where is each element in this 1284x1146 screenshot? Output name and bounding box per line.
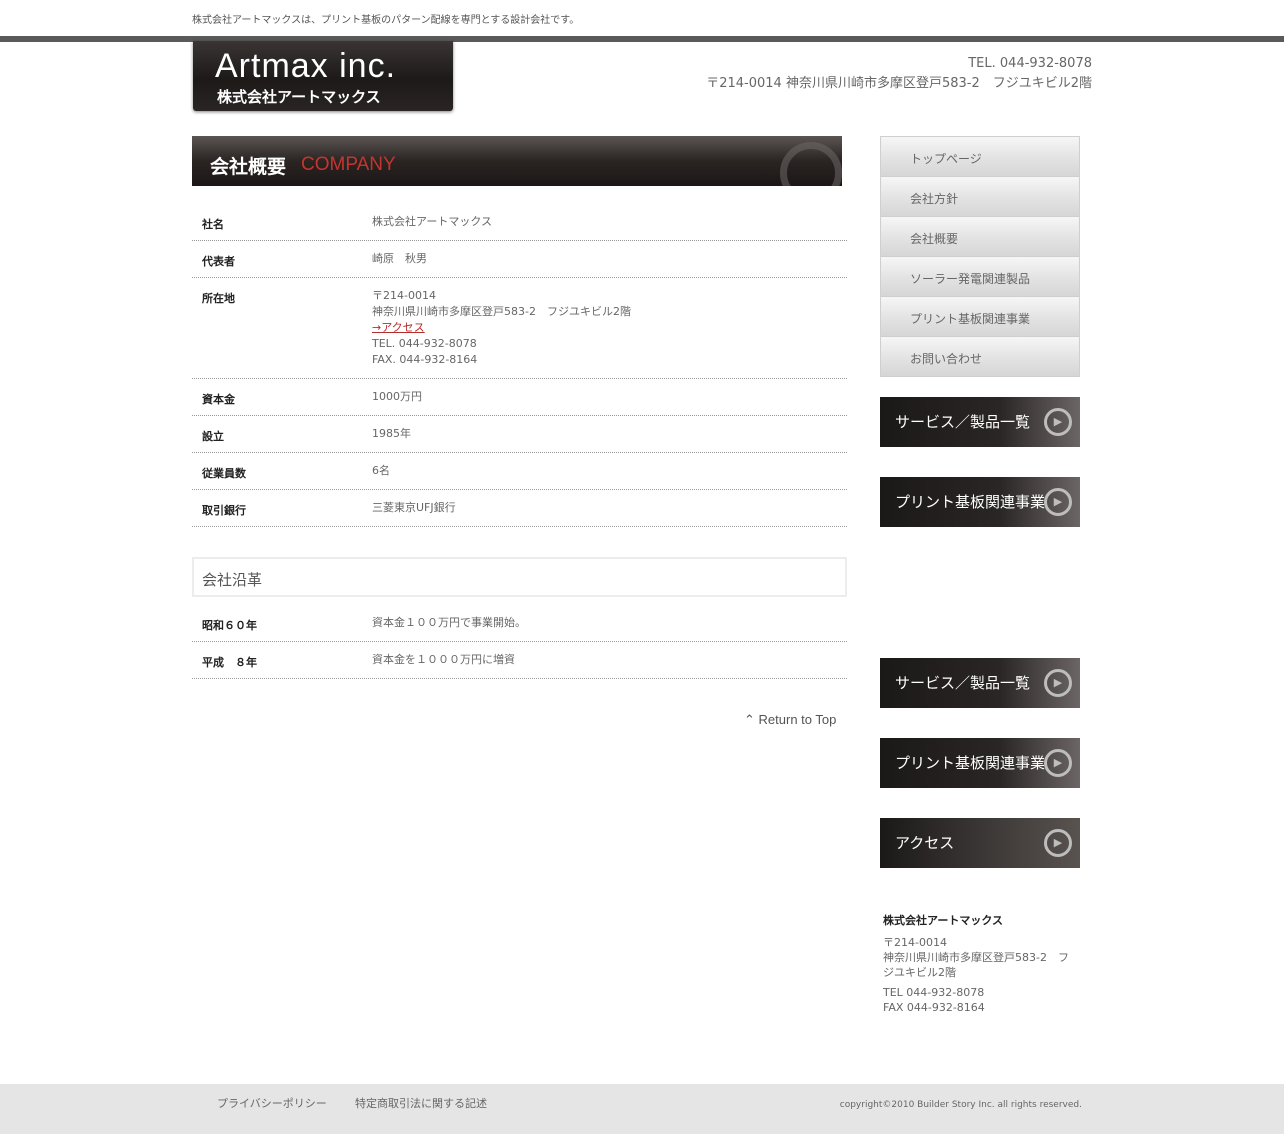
site-tagline: 株式会社アートマックスは、プリント基板のパターン配線を専門とする設計会社です。 — [192, 15, 580, 26]
banner-label: サービス／製品一覧 — [895, 413, 1031, 431]
side-fax: FAX 044-932-8164 — [883, 1001, 985, 1014]
row-label: 取引銀行 — [202, 504, 246, 517]
table-row: 平成 ８年 資本金を１０００万円に増資 — [192, 642, 847, 679]
page-heading-en: COMPANY — [301, 154, 396, 175]
footer: プライバシーポリシー 特定商取引法に関する記述 copyright©2010 B… — [0, 1084, 1284, 1134]
row-label: 社名 — [202, 218, 224, 231]
table-row: 設立 1985年 — [192, 416, 847, 453]
banner-label: アクセス — [895, 834, 955, 852]
fax-line: FAX. 044-932-8164 — [372, 353, 478, 366]
banner-pcb[interactable]: プリント基板関連事業 ▶ — [880, 477, 1080, 527]
page-heading: 会社概要 COMPANY — [192, 136, 842, 186]
history-heading-text: 会社沿革 — [202, 571, 263, 589]
row-value: 株式会社アートマックス — [372, 215, 493, 228]
table-row: 所在地 〒214-0014 神奈川県川崎市多摩区登戸583-2 フジユキビル2階… — [192, 278, 847, 379]
header-address: 〒214-0014 神奈川県川崎市多摩区登戸583-2 フジユキビル2階 — [706, 76, 1092, 91]
row-value: 1985年 — [372, 427, 411, 440]
page-heading-ja: 会社概要 — [210, 156, 287, 178]
nav-label: トップページ — [910, 152, 982, 166]
row-label: 設立 — [202, 430, 224, 443]
row-value: 資本金を１０００万円に増資 — [372, 653, 515, 666]
side-address: 神奈川県川崎市多摩区登戸583-2 フジユキビル2階 — [883, 951, 1069, 979]
table-row: 代表者 崎原 秋男 — [192, 241, 847, 278]
nav-label: 会社方針 — [910, 192, 959, 206]
play-icon: ▶ — [1044, 749, 1072, 777]
banner-label: プリント基板関連事業 — [895, 754, 1046, 772]
nav-item-top[interactable]: トップページ — [880, 136, 1080, 176]
side-tel: TEL 044-932-8078 — [883, 986, 985, 999]
footer-link-tokutei[interactable]: 特定商取引法に関する記述 — [355, 1095, 487, 1111]
banner-access[interactable]: アクセス ▶ — [880, 818, 1080, 868]
history-table: 昭和６０年 資本金１００万円で事業開始。 平成 ８年 資本金を１０００万円に増資 — [192, 605, 847, 679]
play-icon: ▶ — [1044, 829, 1072, 857]
logo-text-ja: 株式会社アートマックス — [217, 88, 381, 106]
side-nav: トップページ 会社方針 会社概要 ソーラー発電関連製品 プリント基板関連事業 お… — [880, 136, 1080, 377]
banner-services[interactable]: サービス／製品一覧 ▶ — [880, 397, 1080, 447]
header-tel: TEL. 044-932-8078 — [968, 56, 1092, 71]
banner-label: プリント基板関連事業 — [895, 493, 1046, 511]
site-logo[interactable]: Artmax inc. 株式会社アートマックス — [193, 41, 453, 111]
nav-item-contact[interactable]: お問い合わせ — [880, 336, 1080, 377]
side-postal: 〒214-0014 — [883, 936, 947, 949]
ring-decoration-icon — [780, 142, 842, 186]
table-row: 昭和６０年 資本金１００万円で事業開始。 — [192, 605, 847, 642]
table-row: 資本金 1000万円 — [192, 379, 847, 416]
nav-label: プリント基板関連事業 — [910, 312, 1031, 326]
nav-item-pcb[interactable]: プリント基板関連事業 — [880, 296, 1080, 336]
play-icon: ▶ — [1044, 488, 1072, 516]
row-label: 昭和６０年 — [202, 619, 257, 632]
play-icon: ▶ — [1044, 669, 1072, 697]
row-label: 資本金 — [202, 393, 235, 406]
nav-label: お問い合わせ — [910, 352, 983, 366]
row-value-address: 〒214-0014 神奈川県川崎市多摩区登戸583-2 フジユキビル2階 →アク… — [372, 288, 631, 368]
row-label: 所在地 — [202, 292, 235, 305]
logo-text-en: Artmax inc. — [215, 47, 397, 85]
row-value: 1000万円 — [372, 390, 422, 403]
return-to-top-link[interactable]: ⌃ Return to Top — [744, 712, 836, 728]
company-info-table: 社名 株式会社アートマックス 代表者 崎原 秋男 所在地 〒214-0014 神… — [192, 204, 847, 527]
table-row: 取引銀行 三菱東京UFJ銀行 — [192, 490, 847, 527]
row-value: 資本金１００万円で事業開始。 — [372, 616, 526, 629]
nav-label: ソーラー発電関連製品 — [910, 272, 1031, 286]
row-label: 代表者 — [202, 255, 235, 268]
nav-item-company[interactable]: 会社概要 — [880, 216, 1080, 256]
nav-item-policy[interactable]: 会社方針 — [880, 176, 1080, 216]
banner-pcb-2[interactable]: プリント基板関連事業 ▶ — [880, 738, 1080, 788]
nav-label: 会社概要 — [910, 232, 959, 246]
side-address-block: 株式会社アートマックス 〒214-0014 神奈川県川崎市多摩区登戸583-2 … — [883, 912, 1083, 1015]
postal-code: 〒214-0014 — [372, 289, 436, 302]
row-label: 平成 ８年 — [202, 656, 257, 669]
table-row: 従業員数 6名 — [192, 453, 847, 490]
table-row: 社名 株式会社アートマックス — [192, 204, 847, 241]
return-to-top-label: Return to Top — [758, 712, 837, 727]
row-value: 崎原 秋男 — [372, 252, 427, 265]
banner-services-2[interactable]: サービス／製品一覧 ▶ — [880, 658, 1080, 708]
chevron-up-icon: ⌃ — [744, 712, 755, 727]
row-label: 従業員数 — [202, 467, 246, 480]
play-icon: ▶ — [1044, 408, 1072, 436]
footer-link-privacy[interactable]: プライバシーポリシー — [217, 1095, 327, 1111]
footer-copyright: copyright©2010 Builder Story Inc. all ri… — [839, 1100, 1082, 1110]
tel-line: TEL. 044-932-8078 — [372, 337, 477, 350]
row-value: 6名 — [372, 464, 390, 477]
address-line: 神奈川県川崎市多摩区登戸583-2 フジユキビル2階 — [372, 305, 631, 318]
banner-label: サービス／製品一覧 — [895, 674, 1031, 692]
row-value: 三菱東京UFJ銀行 — [372, 501, 456, 514]
nav-item-solar[interactable]: ソーラー発電関連製品 — [880, 256, 1080, 296]
side-company-name: 株式会社アートマックス — [883, 914, 1004, 927]
history-heading: 会社沿革 — [192, 557, 847, 597]
access-link[interactable]: →アクセス — [372, 321, 425, 334]
